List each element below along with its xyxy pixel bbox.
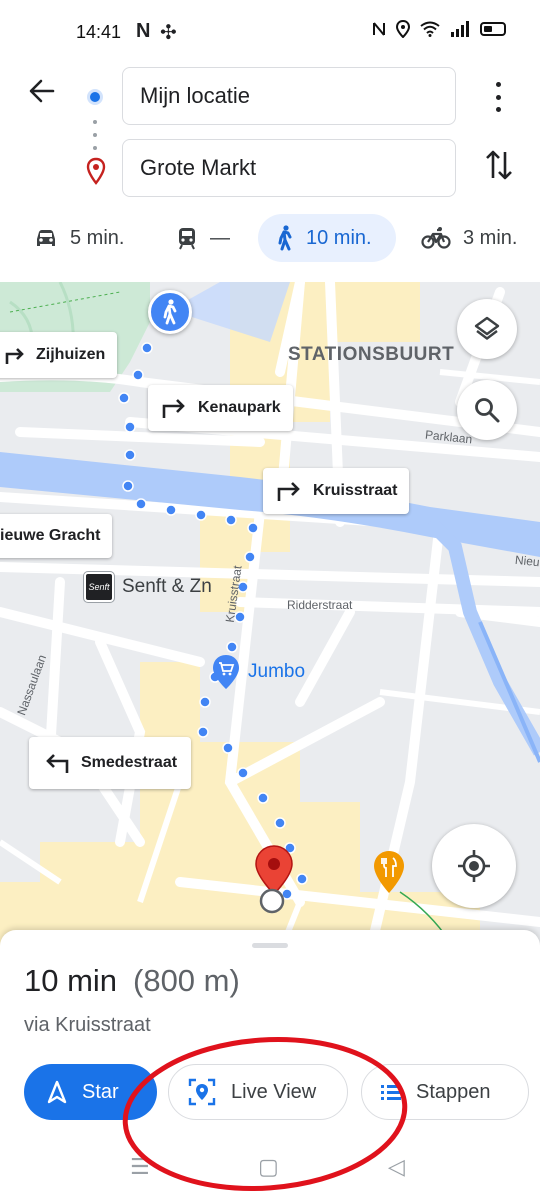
mode-transit-label: — [210, 226, 230, 249]
origin-dot-icon [87, 89, 103, 105]
senft-logo-icon: Senft [84, 572, 114, 602]
search-button[interactable] [457, 380, 517, 440]
status-icons [372, 20, 506, 38]
location-icon [396, 20, 410, 38]
status-time: 14:41 [76, 22, 122, 42]
destination-marker-icon[interactable] [254, 844, 294, 919]
mode-drive-label: 5 min. [70, 226, 125, 249]
train-icon [179, 228, 195, 250]
poi-jumbo[interactable]: Jumbo [212, 654, 305, 690]
origin-field[interactable]: Mijn locatie [122, 67, 456, 125]
steps-button[interactable]: Stappen [361, 1064, 529, 1120]
route-connector [93, 120, 97, 150]
route-distance: (800 m) [133, 963, 240, 998]
mode-bike-label: 3 min. [463, 226, 518, 249]
start-label: Star [82, 1080, 119, 1103]
poi-senft[interactable]: Senft Senft & Zn [84, 572, 212, 602]
turn-label: Kruisstraat [313, 482, 398, 499]
poi-label: Jumbo [248, 661, 306, 682]
fan-icon: ✣ [160, 22, 177, 44]
map[interactable]: STATIONSBUURT Parklaan Ridderstraat Krui… [0, 282, 540, 952]
layers-icon [474, 316, 500, 340]
turn-card-smedestraat[interactable]: Smedestraat [29, 737, 192, 789]
live-view-icon [188, 1078, 216, 1106]
turn-card-nieuwe-gracht[interactable]: ieuwe Gracht [0, 514, 113, 558]
turn-label: ieuwe Gracht [0, 527, 101, 544]
user-location-icon [148, 290, 192, 334]
mode-bike[interactable]: 3 min. [421, 214, 517, 262]
navigation-arrow-icon [47, 1080, 67, 1104]
my-location-button[interactable] [432, 824, 516, 908]
route-duration: 10 min [24, 963, 118, 998]
turn-label: Smedestraat [81, 754, 178, 771]
turn-label: Zijhuizen [36, 346, 106, 363]
mode-walk[interactable]: 10 min. [258, 214, 396, 262]
mode-walk-label: 10 min. [306, 226, 372, 249]
route-via: via Kruisstraat [24, 1014, 151, 1036]
street-label-nieu: Nieu [514, 552, 540, 570]
my-location-icon [458, 850, 490, 882]
poi-label: Senft & Zn [122, 576, 212, 597]
swap-icon[interactable] [480, 148, 518, 186]
drag-handle[interactable] [252, 943, 288, 948]
wifi-icon [420, 21, 440, 37]
directions-header: Mijn locatie Grote Markt 5 min. — 10 min… [0, 62, 540, 282]
restaurant-pin-icon[interactable] [373, 850, 405, 899]
list-icon [381, 1085, 401, 1100]
live-view-label: Live View [231, 1080, 317, 1103]
travel-modes: 5 min. — 10 min. 3 min. [0, 214, 540, 266]
battery-icon [480, 22, 506, 36]
mode-transit[interactable]: — [176, 214, 230, 262]
turn-label: Kenaupark [198, 399, 281, 416]
turn-card-zijhuizen[interactable]: Zijhuizen [0, 332, 118, 378]
turn-right-icon [277, 482, 300, 501]
turn-right-icon [5, 348, 24, 364]
turn-card-kruisstraat[interactable]: Kruisstraat [263, 468, 410, 514]
status-bar: 14:41 N ✣ [0, 0, 540, 62]
live-view-button[interactable]: Live View [168, 1064, 348, 1120]
mode-drive[interactable]: 5 min. [34, 214, 124, 262]
home-icon[interactable]: ▢ [258, 1154, 279, 1180]
shopping-cart-pin-icon [213, 655, 239, 689]
more-options-icon[interactable] [486, 82, 510, 112]
turn-right-icon [162, 399, 185, 418]
bike-icon [421, 227, 451, 249]
recents-icon[interactable]: ☰ [130, 1154, 150, 1180]
layers-button[interactable] [457, 299, 517, 359]
street-label-ridderstraat: Ridderstraat [287, 598, 353, 612]
destination-field[interactable]: Grote Markt [122, 139, 456, 197]
walk-icon [278, 225, 292, 251]
turn-left-icon [46, 754, 69, 773]
destination-pin-icon [86, 157, 106, 185]
system-nav-bar: ☰ ▢ ◁ [0, 1140, 540, 1200]
signal-icon [451, 21, 469, 37]
search-icon [475, 398, 500, 423]
start-button[interactable]: Star [24, 1064, 157, 1120]
area-label: STATIONSBUURT [288, 344, 455, 365]
steps-label: Stappen [416, 1080, 491, 1103]
notification-n-icon: N [136, 20, 151, 42]
back-arrow-icon[interactable] [22, 76, 62, 116]
back-nav-icon[interactable]: ◁ [388, 1154, 405, 1180]
turn-card-kenaupark[interactable]: Kenaupark [148, 385, 293, 431]
nfc-icon [373, 22, 385, 36]
car-icon [37, 230, 55, 246]
